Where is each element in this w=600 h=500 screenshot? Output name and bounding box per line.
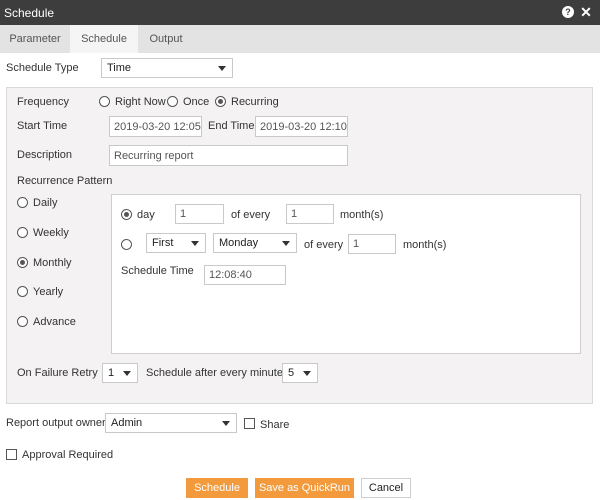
end-time-input[interactable]: 2019-03-20 12:10:2 [255,116,348,137]
chevron-down-icon [123,371,131,376]
frequency-recurring-label: Recurring [231,96,279,108]
monthly-weekday-of-every-label: of every [304,239,344,251]
frequency-right-now-label: Right Now [115,96,166,108]
monthly-weekday-radio[interactable] [121,239,132,250]
recurrence-pattern-label: Recurrence Pattern [17,175,113,187]
end-time-label: End Time [208,120,255,132]
chevron-down-icon [303,371,311,376]
recurrence-advance-label: Advance [33,316,76,328]
retry-minutes-select[interactable]: 5 [282,363,318,383]
schedule-type-label: Schedule Type [6,62,79,74]
monthly-weekday-select[interactable]: Monday [213,233,297,253]
cancel-button[interactable]: Cancel [361,478,411,498]
monthly-day-label: day [137,209,155,221]
close-icon[interactable]: ✕ [579,4,593,20]
share-checkbox[interactable] [244,418,255,429]
chevron-down-icon [282,241,290,246]
monthly-of-every-label: of every [231,209,271,221]
monthly-weekday-months-input[interactable]: 1 [348,234,396,254]
frequency-once-radio[interactable] [167,96,178,107]
schedule-button[interactable]: Schedule [186,478,248,498]
schedule-type-select[interactable]: Time [101,58,233,78]
frequency-right-now-radio[interactable] [99,96,110,107]
frequency-once-label: Once [183,96,210,108]
monthly-months-input[interactable]: 1 [286,204,334,224]
description-label: Description [17,149,73,161]
approval-required-checkbox[interactable] [6,449,17,460]
recurrence-yearly-radio[interactable] [17,286,28,297]
recurrence-weekly-label: Weekly [33,227,69,239]
description-input[interactable]: Recurring report [109,145,348,166]
window-title: Schedule [4,6,55,20]
chevron-down-icon [222,421,230,426]
schedule-time-input[interactable]: 12:08:40 [204,265,286,285]
on-failure-retry-label: On Failure Retry [17,367,98,379]
chevron-down-icon [218,66,226,71]
help-icon[interactable]: ? [562,6,574,18]
recurrence-yearly-label: Yearly [33,286,64,298]
chevron-down-icon [191,241,199,246]
report-output-owner-label: Report output owner [6,417,106,429]
recurrence-weekly-radio[interactable] [17,227,28,238]
schedule-after-label: Schedule after every minutes [146,367,289,379]
tab-schedule[interactable]: Schedule [70,25,138,53]
share-label: Share [260,419,290,431]
recurrence-advance-radio[interactable] [17,316,28,327]
recurrence-daily-radio[interactable] [17,197,28,208]
frequency-label: Frequency [17,96,69,108]
save-as-quickrun-button[interactable]: Save as QuickRun [255,478,354,498]
approval-required-label: Approval Required [22,449,114,461]
frequency-recurring-radio[interactable] [215,96,226,107]
tab-parameter[interactable]: Parameter [0,25,70,53]
monthly-months-label: month(s) [340,209,384,221]
monthly-day-radio[interactable] [121,209,132,220]
start-time-input[interactable]: 2019-03-20 12:05:0 [109,116,202,137]
monthly-ordinal-select[interactable]: First [146,233,206,253]
owner-select[interactable]: Admin [105,413,237,433]
recurrence-monthly-radio[interactable] [17,257,28,268]
window-titlebar: Schedule ? ✕ [0,0,600,25]
recurrence-daily-label: Daily [33,197,58,209]
retry-count-select[interactable]: 1 [102,363,138,383]
start-time-label: Start Time [17,120,68,132]
tab-bar: Parameter Schedule Output [0,25,600,53]
monthly-day-input[interactable]: 1 [175,204,224,224]
monthly-weekday-months-label: month(s) [403,239,447,251]
tab-output[interactable]: Output [138,25,194,53]
schedule-time-label: Schedule Time [121,265,194,277]
recurrence-monthly-label: Monthly [33,257,72,269]
